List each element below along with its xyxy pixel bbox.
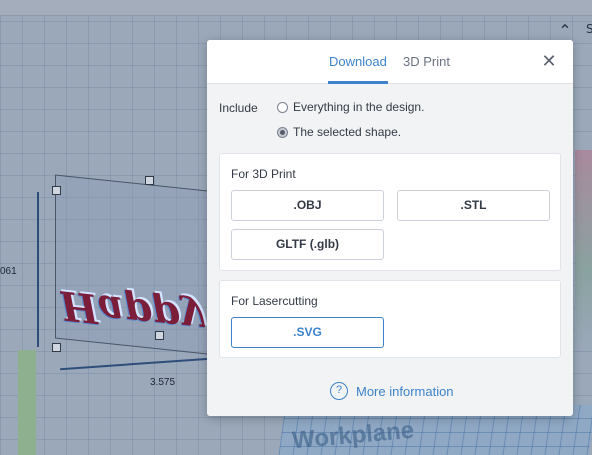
- more-information-link[interactable]: ? More information: [330, 382, 454, 400]
- include-label: Include: [219, 101, 258, 115]
- include-option-everything[interactable]: Everything in the design.: [277, 100, 424, 114]
- radio-label: Everything in the design.: [293, 100, 425, 114]
- design-text: Happy Valentine's Day: [60, 281, 210, 348]
- section-title: For 3D Print: [231, 167, 296, 181]
- active-tab-indicator: [328, 81, 388, 84]
- svg-button[interactable]: .SVG: [231, 317, 384, 348]
- green-axis-bar: [18, 350, 36, 455]
- gltf-button[interactable]: GLTF (.glb): [231, 229, 384, 260]
- edge-handle[interactable]: [155, 331, 164, 340]
- obj-button[interactable]: .OBJ: [231, 190, 384, 221]
- radio-button[interactable]: [277, 101, 288, 113]
- radio-label: The selected shape.: [293, 125, 402, 139]
- dimension-line-vertical: [37, 192, 39, 347]
- help-icon: ?: [330, 382, 348, 400]
- radio-button-checked[interactable]: [277, 126, 288, 138]
- edge-handle[interactable]: [145, 176, 154, 185]
- section-lasercutting: For Lasercutting .SVG: [219, 280, 561, 358]
- right-design-shape[interactable]: [575, 150, 592, 350]
- corner-letter: S: [586, 22, 592, 36]
- close-icon[interactable]: ✕: [541, 53, 557, 71]
- tab-download[interactable]: Download: [329, 54, 387, 69]
- dimension-label-width[interactable]: 3.575: [150, 377, 175, 388]
- dialog-header: Download 3D Print ✕: [207, 40, 573, 84]
- dimension-label-height[interactable]: 061: [0, 266, 17, 277]
- corner-handle[interactable]: [52, 343, 61, 352]
- tab-3d-print[interactable]: 3D Print: [403, 54, 450, 69]
- stl-button[interactable]: .STL: [397, 190, 550, 221]
- more-information-label: More information: [356, 383, 454, 399]
- top-toolbar: [0, 0, 592, 16]
- include-option-selected-shape[interactable]: The selected shape.: [277, 125, 401, 139]
- corner-handle[interactable]: [52, 186, 61, 195]
- section-title: For Lasercutting: [231, 294, 318, 308]
- section-3d-print: For 3D Print .OBJ .STL GLTF (.glb): [219, 153, 561, 271]
- export-dialog: Download 3D Print ✕ Include Everything i…: [207, 40, 573, 416]
